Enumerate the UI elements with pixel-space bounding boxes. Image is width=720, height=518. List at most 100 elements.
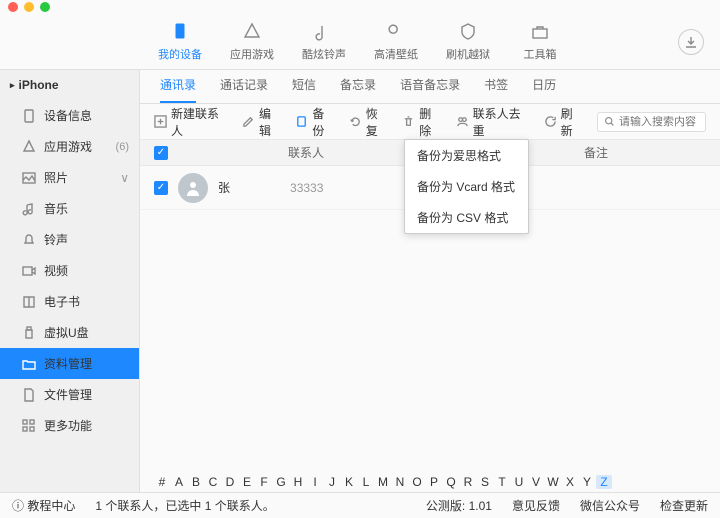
usb-icon: [22, 326, 36, 340]
info-icon: [22, 109, 36, 123]
row-checkbox[interactable]: ✓: [154, 181, 168, 195]
alpha-U[interactable]: U: [511, 475, 527, 489]
sidebar-item-ringtone[interactable]: 铃声: [0, 224, 139, 255]
edit-button[interactable]: 编辑: [242, 105, 281, 139]
sidebar-item-more[interactable]: 更多功能: [0, 410, 139, 441]
wechat-link[interactable]: 微信公众号: [580, 497, 640, 514]
sidebar-item-ebook[interactable]: 电子书: [0, 286, 139, 317]
alpha-H[interactable]: H: [290, 475, 306, 489]
backup-aisi[interactable]: 备份为爱思格式: [405, 140, 528, 171]
sidebar-item-video[interactable]: 视频: [0, 255, 139, 286]
alpha-G[interactable]: G: [273, 475, 289, 489]
alpha-R[interactable]: R: [460, 475, 476, 489]
tab-voicememo[interactable]: 语音备忘录: [400, 68, 460, 103]
apps-icon: [242, 22, 262, 42]
alpha-N[interactable]: N: [392, 475, 408, 489]
tab-bookmarks[interactable]: 书签: [484, 68, 508, 103]
alpha-Q[interactable]: Q: [443, 475, 459, 489]
bell-icon: [22, 233, 36, 247]
alpha-F[interactable]: F: [256, 475, 272, 489]
alpha-O[interactable]: O: [409, 475, 425, 489]
main-panel: 通讯录 通话记录 短信 备忘录 语音备忘录 书签 日历 新建联系人 编辑 备份 …: [140, 70, 720, 492]
status-text: 1 个联系人，已选中 1 个联系人。: [95, 497, 274, 514]
col-note: 备注: [584, 144, 706, 161]
nav-label: 工具箱: [524, 46, 557, 62]
book-icon: [22, 295, 36, 309]
delete-button[interactable]: 删除: [402, 105, 441, 139]
alpha-X[interactable]: X: [562, 475, 578, 489]
top-nav: 我的设备 应用游戏 酷炫铃声 高清壁纸 刷机越狱 工具箱: [0, 14, 720, 70]
refresh-button[interactable]: 刷新: [544, 105, 583, 139]
alpha-D[interactable]: D: [222, 475, 238, 489]
alpha-A[interactable]: A: [171, 475, 187, 489]
alpha-E[interactable]: E: [239, 475, 255, 489]
sidebar-heading[interactable]: ▸iPhone: [0, 70, 139, 100]
search-icon: [604, 116, 615, 127]
shield-icon: [458, 22, 478, 42]
search-box[interactable]: [597, 112, 706, 132]
backup-csv[interactable]: 备份为 CSV 格式: [405, 202, 528, 233]
nav-my-device[interactable]: 我的设备: [144, 22, 216, 62]
feedback-link[interactable]: 意见反馈: [512, 497, 560, 514]
alpha-Z[interactable]: Z: [596, 475, 612, 489]
nav-ringtones[interactable]: 酷炫铃声: [288, 22, 360, 62]
nav-wallpapers[interactable]: 高清壁纸: [360, 22, 432, 62]
nav-label: 刷机越狱: [446, 46, 490, 62]
alpha-P[interactable]: P: [426, 475, 442, 489]
sidebar-item-music[interactable]: 音乐: [0, 193, 139, 224]
tab-calendar[interactable]: 日历: [532, 68, 556, 103]
help-link[interactable]: ⓘ 教程中心: [12, 497, 75, 514]
toolbar: 新建联系人 编辑 备份 恢复 删除 联系人去重 刷新 备份为爱思格式 备份为 V…: [140, 104, 720, 140]
download-button[interactable]: [678, 29, 704, 55]
alpha-L[interactable]: L: [358, 475, 374, 489]
nav-toolbox[interactable]: 工具箱: [504, 22, 576, 62]
update-link[interactable]: 检查更新: [660, 497, 708, 514]
subtabs: 通讯录 通话记录 短信 备忘录 语音备忘录 书签 日历: [140, 70, 720, 104]
folder-icon: [22, 357, 36, 371]
restore-button[interactable]: 恢复: [349, 105, 388, 139]
dedupe-button[interactable]: 联系人去重: [456, 105, 530, 139]
video-icon: [22, 264, 36, 278]
nav-label: 应用游戏: [230, 46, 274, 62]
alpha-K[interactable]: K: [341, 475, 357, 489]
backup-button[interactable]: 备份: [295, 105, 334, 139]
close-dot[interactable]: [8, 2, 18, 12]
sidebar-item-apps[interactable]: 应用游戏(6): [0, 131, 139, 162]
window-controls: [0, 0, 720, 14]
alpha-S[interactable]: S: [477, 475, 493, 489]
alpha-#[interactable]: #: [154, 475, 170, 489]
alpha-W[interactable]: W: [545, 475, 561, 489]
select-all-checkbox[interactable]: ✓: [154, 146, 168, 160]
music-icon: [22, 202, 36, 216]
file-icon: [22, 388, 36, 402]
alpha-I[interactable]: I: [307, 475, 323, 489]
tab-calls[interactable]: 通话记录: [220, 68, 268, 103]
search-input[interactable]: [619, 116, 699, 128]
alpha-V[interactable]: V: [528, 475, 544, 489]
sidebar: ▸iPhone 设备信息 应用游戏(6) 照片∨ 音乐 铃声 视频 电子书 虚拟…: [0, 70, 140, 492]
alpha-T[interactable]: T: [494, 475, 510, 489]
sidebar-item-photos[interactable]: 照片∨: [0, 162, 139, 193]
sidebar-item-deviceinfo[interactable]: 设备信息: [0, 100, 139, 131]
alpha-B[interactable]: B: [188, 475, 204, 489]
alpha-C[interactable]: C: [205, 475, 221, 489]
sidebar-item-data[interactable]: 资料管理: [0, 348, 139, 379]
alpha-index[interactable]: #ABCDEFGHIJKLMNOPQRSTUVWXYZ: [140, 472, 720, 492]
new-contact-button[interactable]: 新建联系人: [154, 105, 228, 139]
backup-vcard[interactable]: 备份为 Vcard 格式: [405, 171, 528, 202]
empty-area: [140, 210, 720, 472]
tab-notes[interactable]: 备忘录: [340, 68, 376, 103]
alpha-Y[interactable]: Y: [579, 475, 595, 489]
nav-apps[interactable]: 应用游戏: [216, 22, 288, 62]
clover-icon: [386, 22, 406, 42]
alpha-J[interactable]: J: [324, 475, 340, 489]
min-dot[interactable]: [24, 2, 34, 12]
max-dot[interactable]: [40, 2, 50, 12]
tab-sms[interactable]: 短信: [292, 68, 316, 103]
photo-icon: [22, 171, 36, 185]
nav-jailbreak[interactable]: 刷机越狱: [432, 22, 504, 62]
sidebar-item-files[interactable]: 文件管理: [0, 379, 139, 410]
tab-contacts[interactable]: 通讯录: [160, 68, 196, 103]
alpha-M[interactable]: M: [375, 475, 391, 489]
sidebar-item-udisk[interactable]: 虚拟U盘: [0, 317, 139, 348]
